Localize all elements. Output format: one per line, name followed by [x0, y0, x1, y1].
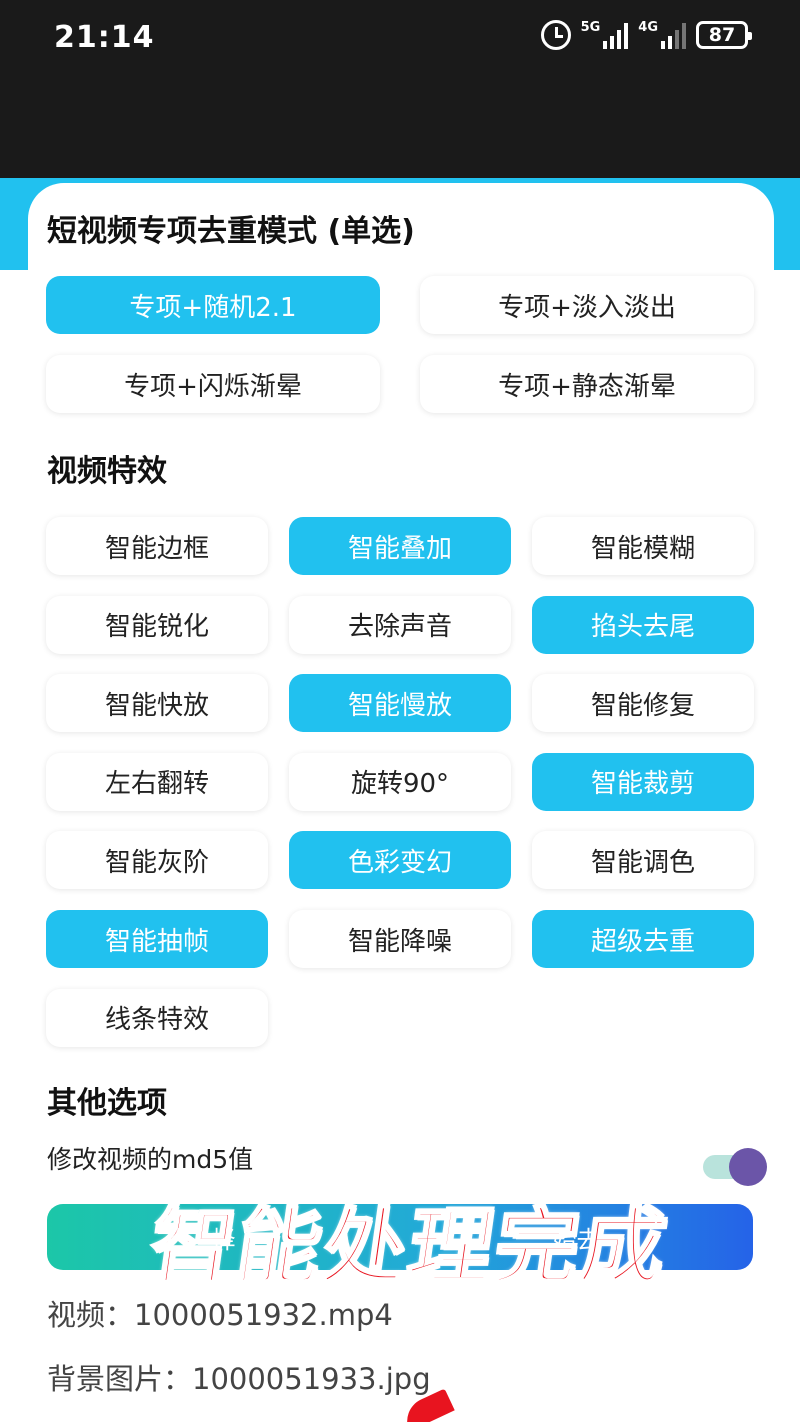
effect-chip[interactable]: 智能灰阶 [46, 831, 268, 890]
effects-title: 视频特效 [47, 454, 167, 489]
effect-chip[interactable]: 左右翻转 [46, 752, 268, 811]
status-time: 21:14 [54, 20, 155, 55]
effect-chip[interactable]: 智能叠加 [289, 517, 511, 575]
dedup-mode-title: 短视频专项去重模式 (单选) [47, 214, 415, 249]
background-image-line: 背景图片：1000051933.jpg [47, 1362, 431, 1396]
effect-chip[interactable]: 智能降噪 [289, 910, 511, 968]
toggle-knob [729, 1148, 767, 1186]
effect-chip[interactable]: 超级去重 [532, 910, 754, 968]
battery-icon: 87 [696, 21, 752, 49]
processing-complete-overlay: 智能处理完成 [143, 1196, 676, 1298]
effect-chip[interactable]: 去除声音 [289, 595, 511, 654]
effect-chip[interactable]: 色彩变幻 [289, 831, 511, 890]
status-bar: 21:14 5G 4G 87 [0, 0, 800, 180]
net-label-5g: 5G [580, 20, 601, 35]
status-icons: 5G 4G 87 [540, 20, 752, 50]
dedup-mode-option[interactable]: 专项+闪烁渐晕 [46, 355, 380, 413]
effect-chip[interactable]: 智能修复 [532, 674, 754, 733]
effect-chip[interactable]: 智能模糊 [532, 517, 754, 575]
effect-chip[interactable]: 智能裁剪 [532, 752, 754, 811]
effect-chip[interactable]: 智能锐化 [46, 595, 268, 654]
other-options-title: 其他选项 [47, 1086, 167, 1121]
effect-chip[interactable]: 智能调色 [532, 831, 754, 890]
effect-chip[interactable]: 智能抽帧 [46, 910, 268, 968]
effect-chip[interactable]: 线条特效 [46, 988, 268, 1047]
md5-label: 修改视频的md5值 [47, 1145, 254, 1174]
effect-chip[interactable]: 旋转90° [289, 752, 511, 811]
dedup-mode-option[interactable]: 专项+静态渐晕 [420, 355, 754, 413]
alarm-icon [540, 20, 571, 50]
effect-chip[interactable]: 智能快放 [46, 674, 268, 733]
signal-4g-icon: 4G [638, 21, 686, 49]
effect-chip[interactable]: 智能边框 [46, 517, 268, 575]
effect-chip[interactable]: 掐头去尾 [532, 595, 754, 654]
dedup-mode-option[interactable]: 专项+随机2.1 [46, 276, 380, 334]
effect-chip[interactable]: 智能慢放 [289, 674, 511, 733]
dedup-mode-option[interactable]: 专项+淡入淡出 [420, 276, 754, 334]
net-label-4g: 4G [638, 20, 658, 35]
signal-5g-icon: 5G [581, 21, 629, 49]
video-file-line: 视频：1000051932.mp4 [47, 1298, 393, 1332]
